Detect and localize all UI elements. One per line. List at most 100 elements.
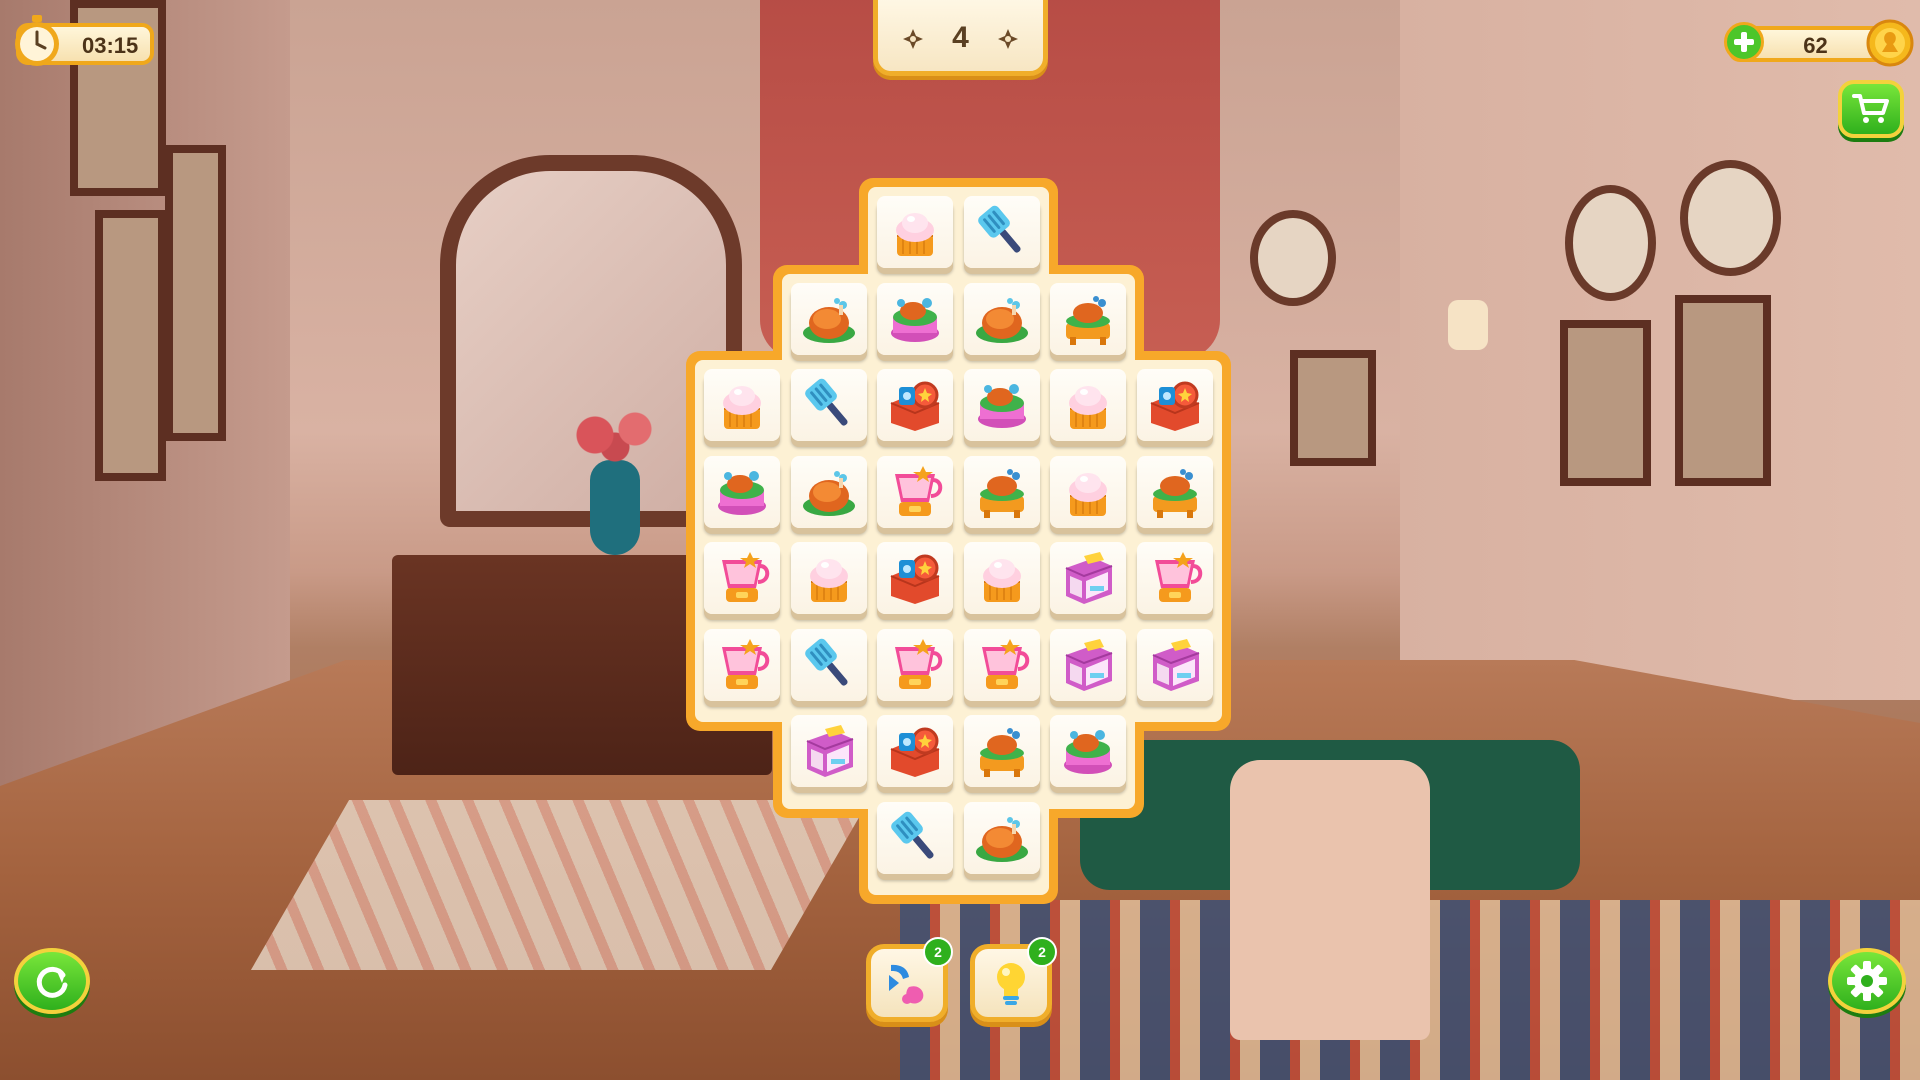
timer-text: 03:15 (82, 33, 139, 58)
restart-button[interactable] (14, 948, 90, 1014)
coin-balance: 62 (1724, 19, 1914, 67)
pink-cake-icon (718, 470, 766, 515)
picture-frame (1560, 320, 1651, 486)
spatula-icon (977, 205, 1021, 253)
turkey-platter-icon (979, 728, 1024, 777)
settings-button[interactable] (1828, 948, 1906, 1014)
roast-turkey-icon (802, 470, 855, 516)
tile-blender[interactable] (877, 628, 953, 707)
lunchbox-icon (890, 554, 940, 604)
roast-turkey-icon (975, 297, 1028, 343)
cupcake-icon (1069, 386, 1107, 429)
spatula-icon (891, 811, 934, 859)
tile-roast-turkey[interactable] (790, 455, 867, 534)
tile-pink-cake[interactable] (704, 455, 780, 534)
blender-icon (722, 552, 770, 602)
tile-lunchbox[interactable] (877, 369, 953, 447)
turkey-platter-icon (1066, 295, 1110, 345)
hint-count-badge: 2 (1027, 937, 1057, 967)
tile-pink-cake[interactable] (1050, 715, 1126, 793)
tile-cupcake[interactable] (963, 542, 1040, 620)
vase (590, 460, 640, 555)
tile-turkey-platter[interactable] (963, 715, 1040, 793)
tile-spatula[interactable] (790, 369, 867, 447)
tile-toaster-oven[interactable] (1136, 628, 1213, 707)
tile-blender[interactable] (963, 628, 1040, 707)
shuffle-booster-button[interactable]: 2 (866, 937, 953, 1022)
tile-roast-turkey[interactable] (963, 801, 1040, 880)
tile-toaster-oven[interactable] (790, 715, 867, 793)
round-portrait (1250, 210, 1336, 306)
tile-lunchbox[interactable] (877, 542, 953, 620)
round-portrait (1565, 185, 1656, 301)
tile-cupcake[interactable] (704, 369, 780, 447)
toaster-oven-icon (1065, 638, 1113, 691)
tile-spatula[interactable] (877, 801, 953, 880)
lunchbox-icon (890, 727, 940, 777)
shuffle-icon (889, 964, 924, 1004)
spatula-icon (804, 378, 848, 426)
lunchbox-icon (1150, 381, 1199, 431)
stopwatch-icon (15, 15, 59, 66)
tile-lunchbox[interactable] (877, 715, 953, 793)
tile-spatula[interactable] (963, 196, 1040, 274)
flowers (565, 405, 665, 465)
tile-blender[interactable] (704, 542, 780, 620)
tile-roast-turkey[interactable] (790, 282, 867, 361)
pink-cake-icon (977, 384, 1026, 428)
roast-turkey-icon (975, 816, 1028, 862)
hint-booster-button[interactable]: 2 (970, 937, 1057, 1022)
shop-button[interactable] (1838, 80, 1904, 138)
tile-cupcake[interactable] (1050, 369, 1126, 447)
round-portrait (1680, 160, 1781, 276)
pink-cake-icon (891, 297, 939, 342)
toaster-oven-icon (1152, 638, 1199, 691)
cupcake-icon (809, 559, 848, 602)
blender-icon (895, 638, 943, 689)
cupcake-icon (723, 386, 761, 429)
game-scene: 03:15 4 62 2 2 (0, 0, 1920, 1080)
blender-icon (895, 465, 943, 516)
picture-frame (165, 145, 226, 441)
spatula-icon (804, 638, 848, 686)
tile-toaster-oven[interactable] (1050, 628, 1126, 707)
turkey-platter-icon (1152, 468, 1197, 518)
tile-toaster-oven[interactable] (1050, 542, 1126, 620)
tile-cupcake[interactable] (790, 542, 867, 620)
turkey-platter-icon (979, 468, 1024, 518)
tile-turkey-platter[interactable] (1050, 282, 1126, 361)
tile-blender[interactable] (1136, 542, 1213, 620)
moves-counter: 4 (873, 0, 1048, 76)
refresh-icon (36, 966, 68, 998)
blender-icon (722, 638, 770, 689)
tile-blender[interactable] (877, 455, 953, 534)
tile-spatula[interactable] (790, 628, 867, 707)
diamond-ornament-icon (998, 29, 1018, 49)
cupcake-icon (982, 559, 1021, 602)
tile-blender[interactable] (704, 628, 780, 707)
picture-frame (1675, 295, 1771, 486)
tile-lunchbox[interactable] (1136, 369, 1213, 447)
timer-display: 03:15 (15, 15, 154, 66)
toaster-oven-icon (806, 725, 853, 777)
tile-pink-cake[interactable] (877, 282, 953, 361)
shuffle-count-badge: 2 (923, 937, 953, 967)
lightbulb-icon (997, 963, 1025, 1005)
tile-cupcake[interactable] (877, 196, 953, 274)
coin-icon (1866, 19, 1914, 67)
blender-icon (981, 638, 1029, 689)
tile-pink-cake[interactable] (963, 369, 1040, 447)
cupcake-icon (1069, 472, 1107, 516)
tile-turkey-platter[interactable] (963, 455, 1040, 534)
rug-left (250, 800, 870, 970)
cupcake-icon (896, 213, 934, 256)
picture-frame (95, 210, 166, 481)
tile-cupcake[interactable] (1050, 455, 1126, 534)
cart-icon (1852, 94, 1889, 123)
tile-roast-turkey[interactable] (963, 282, 1040, 361)
tile-turkey-platter[interactable] (1136, 455, 1213, 534)
toaster-oven-icon (1065, 552, 1113, 604)
blender-icon (1154, 552, 1202, 602)
pink-cake-icon (1064, 730, 1112, 774)
picture-frame (1290, 350, 1376, 466)
